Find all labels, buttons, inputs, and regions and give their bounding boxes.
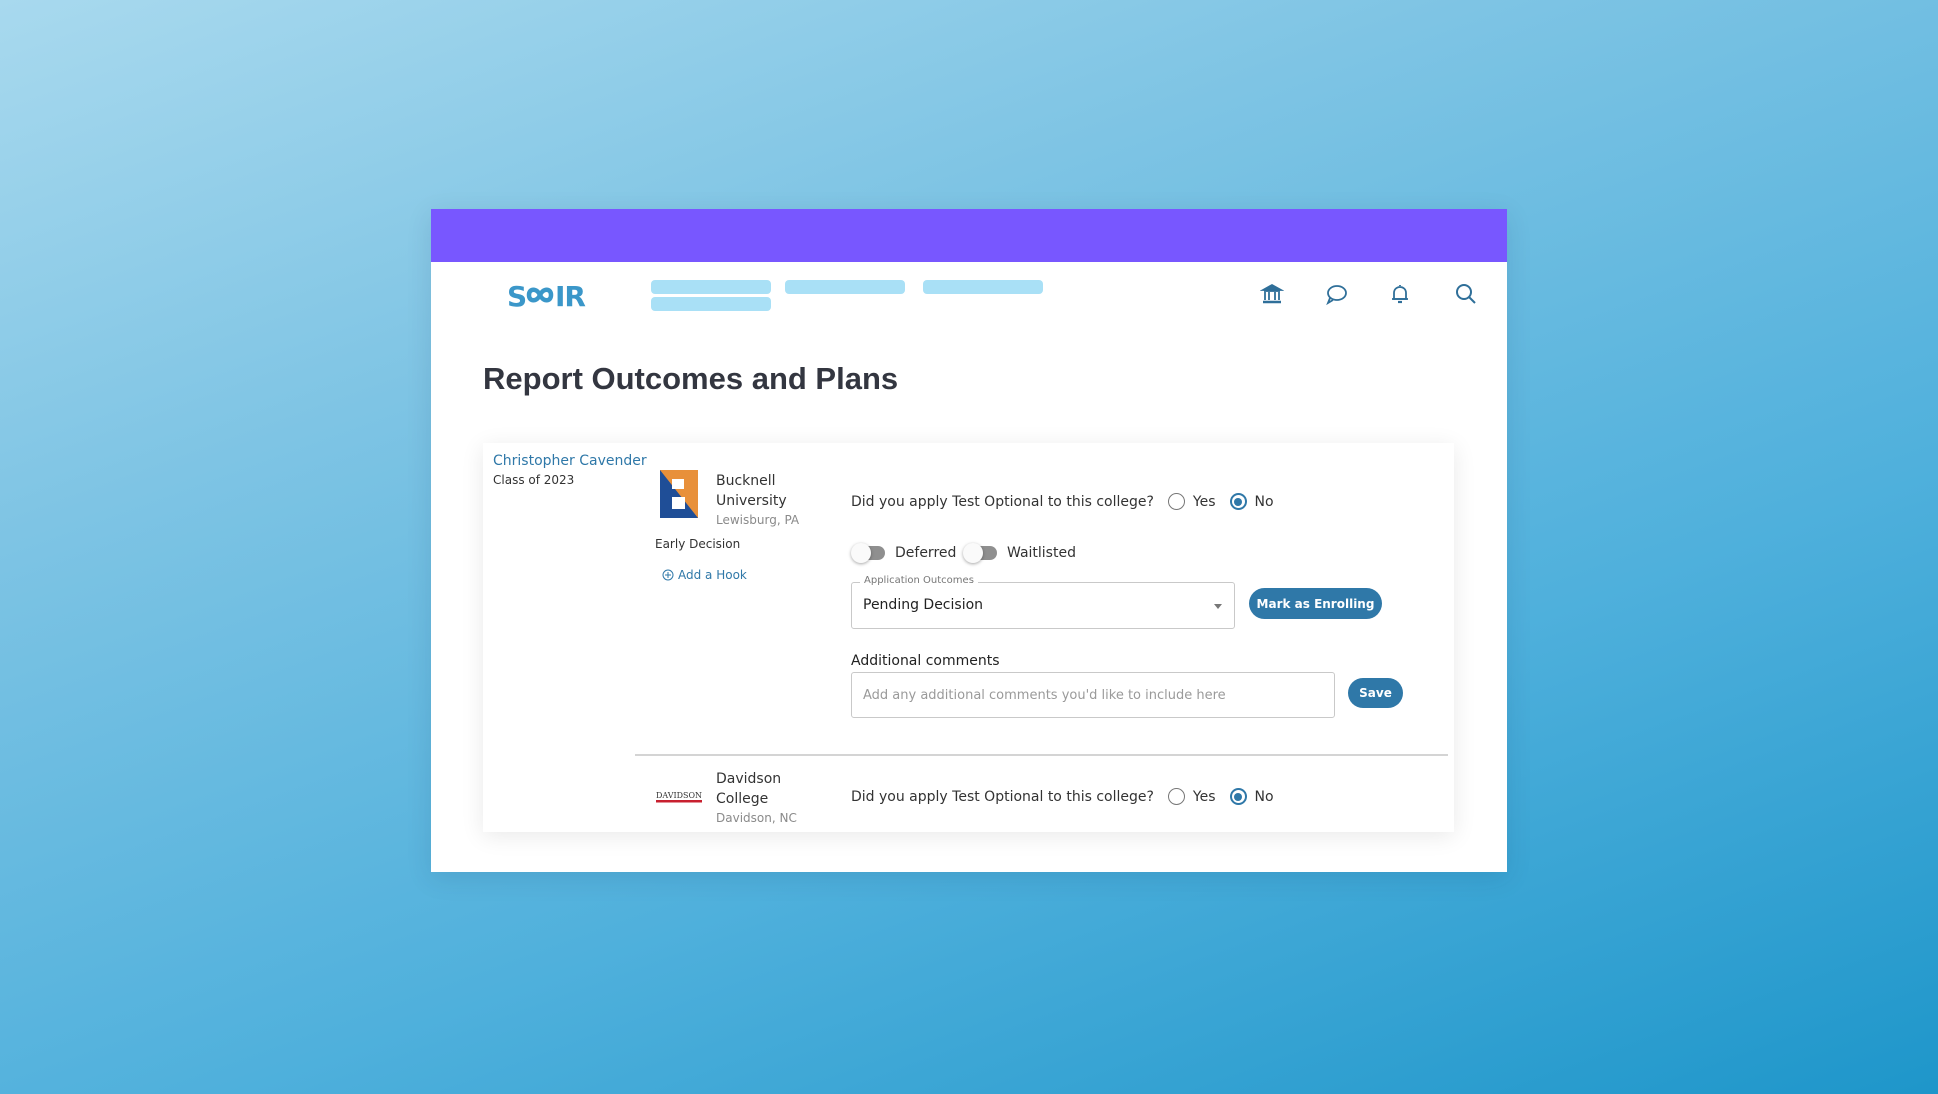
svg-text:IR: IR [555, 280, 585, 310]
school-name-line2: University [716, 493, 787, 509]
comments-label: Additional comments [851, 653, 1000, 669]
no-label: No [1254, 493, 1274, 510]
scoir-logo-mark: S IR [507, 280, 586, 313]
school-name-line1: Bucknell [716, 473, 776, 489]
deferred-label: Deferred [895, 545, 957, 561]
nav-placeholder-2[interactable] [785, 280, 905, 294]
institution-icon[interactable] [1259, 281, 1285, 307]
plus-circle-icon [662, 569, 674, 581]
test-optional-yes-radio[interactable] [1167, 788, 1185, 805]
school-name-line1: Davidson [716, 771, 782, 787]
save-button[interactable]: Save [1348, 678, 1403, 708]
test-optional-yes-radio[interactable] [1167, 493, 1185, 510]
school-name[interactable]: Bucknell University [716, 471, 787, 511]
test-optional-question: Did you apply Test Optional to this coll… [851, 493, 1274, 510]
davidson-logo-text: DAVIDSON [656, 791, 702, 800]
school-location: Lewisburg, PA [716, 513, 800, 527]
decision-type: Early Decision [655, 537, 741, 551]
student-class: Class of 2023 [493, 473, 575, 487]
waitlisted-label: Waitlisted [1007, 545, 1076, 561]
school-name[interactable]: Davidson College [716, 769, 781, 809]
top-bar [431, 209, 1507, 262]
caret-down-icon [1214, 604, 1222, 609]
test-optional-label: Did you apply Test Optional to this coll… [851, 493, 1154, 510]
test-optional-no-radio[interactable] [1229, 493, 1247, 510]
test-optional-question: Did you apply Test Optional to this coll… [851, 788, 1274, 805]
waitlisted-toggle-row: Waitlisted [963, 543, 1076, 563]
student-name-link[interactable]: Christopher Cavender [493, 453, 647, 469]
section-divider [635, 754, 1448, 756]
application-outcomes-select[interactable]: Application Outcomes Pending Decision [851, 575, 1235, 629]
waitlisted-toggle[interactable] [963, 543, 997, 563]
davidson-logo: DAVIDSON [655, 789, 703, 808]
search-icon[interactable] [1453, 281, 1479, 307]
yes-label: Yes [1192, 493, 1216, 510]
chat-icon[interactable] [1323, 281, 1349, 307]
yes-label: Yes [1192, 788, 1216, 805]
scoir-logo[interactable]: S IR [507, 280, 607, 313]
add-hook-link[interactable]: Add a Hook [662, 568, 747, 582]
no-label: No [1254, 788, 1274, 805]
test-optional-no-radio[interactable] [1229, 788, 1247, 805]
nav-placeholder-1b[interactable] [651, 297, 771, 311]
outcome-selected-value: Pending Decision [863, 597, 984, 613]
test-optional-label: Did you apply Test Optional to this coll… [851, 788, 1154, 805]
mark-as-enrolling-button[interactable]: Mark as Enrolling [1249, 588, 1382, 619]
nav-placeholder-3[interactable] [923, 280, 1043, 294]
outcomes-card: Christopher Cavender Class of 2023 Buckn… [483, 443, 1454, 832]
nav-placeholder-1[interactable] [651, 280, 771, 294]
svg-text:S: S [507, 280, 526, 310]
page-title: Report Outcomes and Plans [483, 361, 899, 396]
deferred-toggle[interactable] [851, 543, 885, 563]
bucknell-logo [660, 470, 698, 522]
school-name-line2: College [716, 791, 769, 807]
add-hook-label: Add a Hook [678, 568, 747, 582]
comments-input[interactable] [851, 672, 1335, 718]
outcome-field-label: Application Outcomes [860, 575, 978, 586]
school-location: Davidson, NC [716, 811, 797, 825]
bell-icon[interactable] [1387, 281, 1413, 307]
deferred-toggle-row: Deferred [851, 543, 957, 563]
app-window: S IR Report Outcomes and Plans Christoph… [431, 209, 1507, 872]
